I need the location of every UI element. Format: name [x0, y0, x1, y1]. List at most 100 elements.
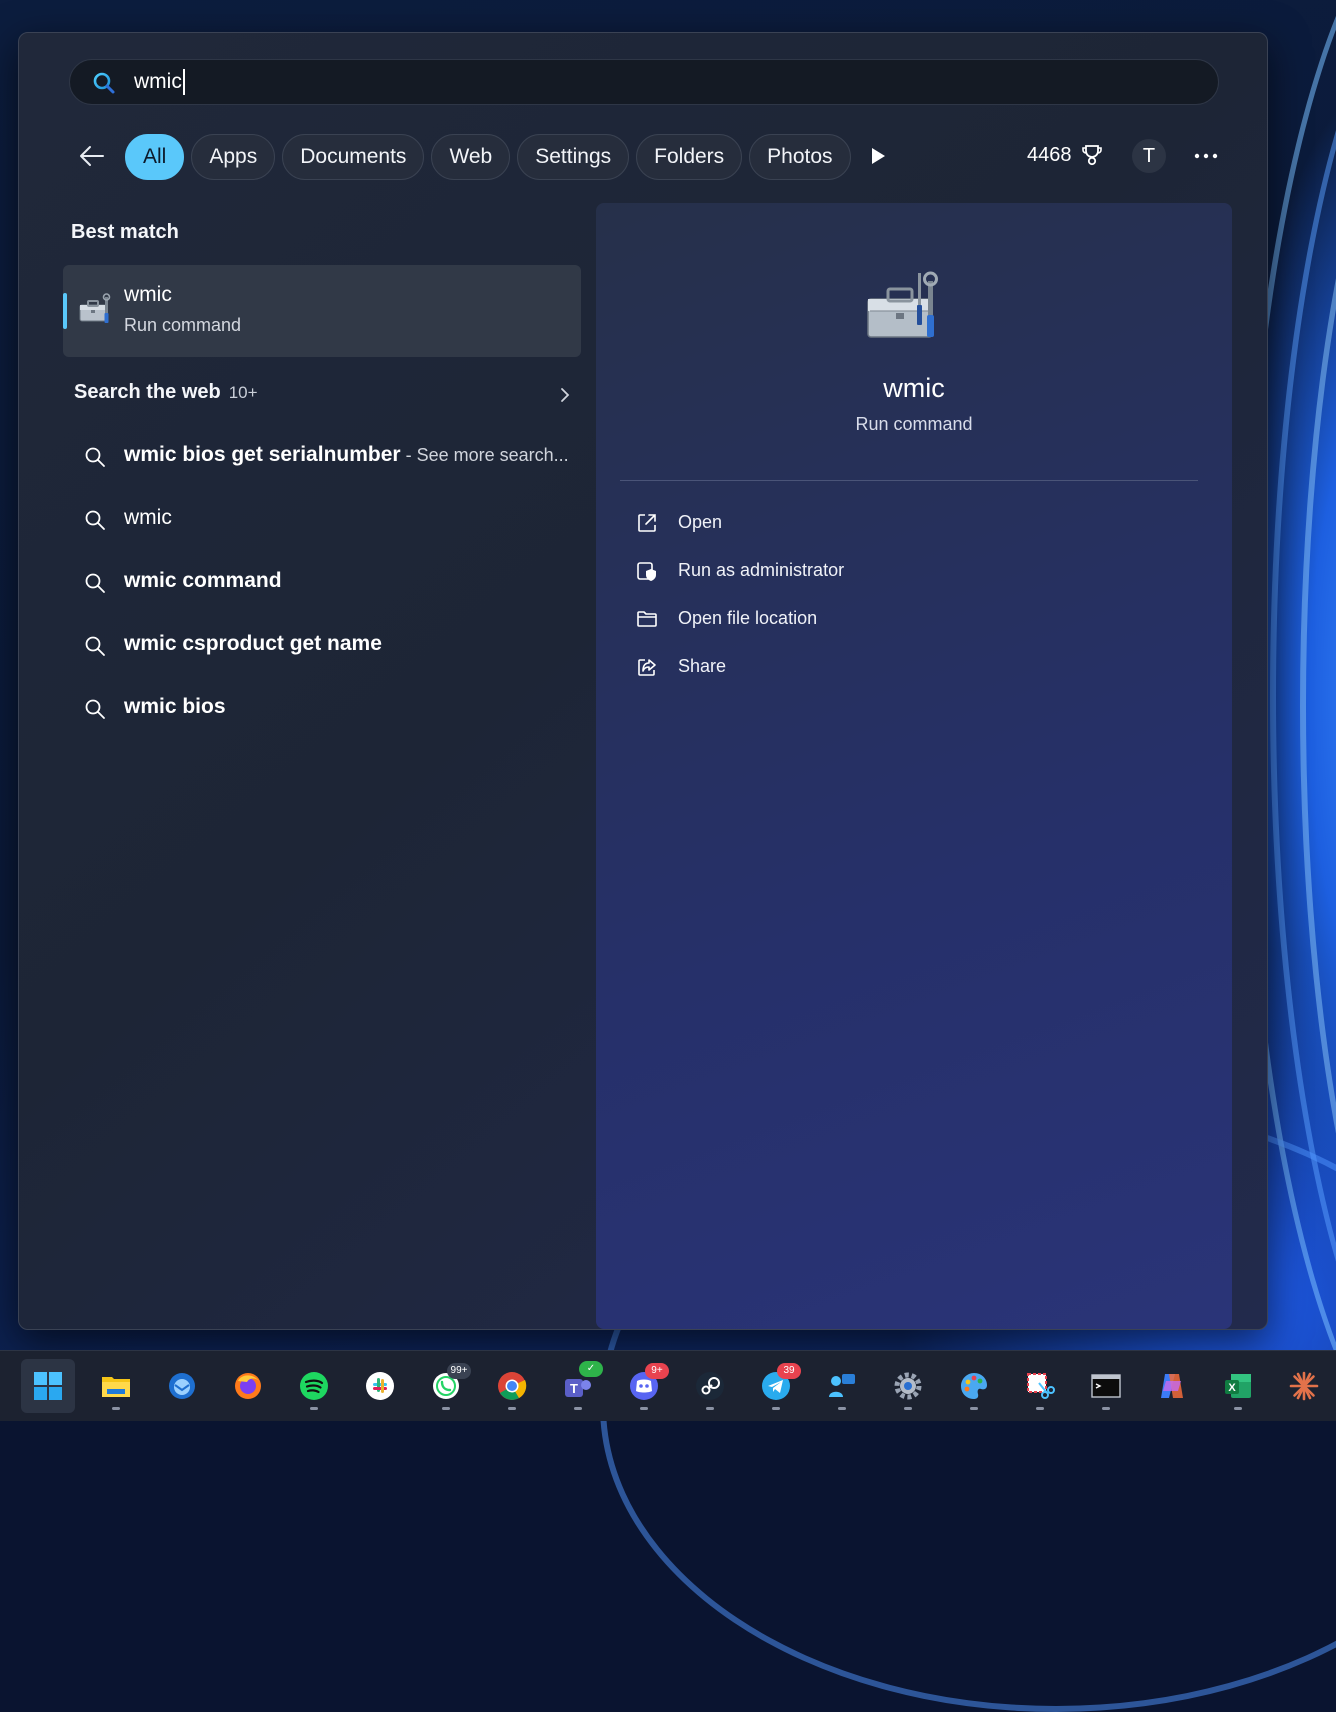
toolbox-icon: [79, 293, 111, 323]
search-window: wmic All Apps Documents Web Settings Fol…: [18, 32, 1268, 1330]
taskbar-whatsapp[interactable]: 99+: [419, 1359, 473, 1413]
best-match-heading: Best match: [71, 221, 179, 243]
slack-icon: [366, 1372, 394, 1400]
points-value: 4468: [1027, 143, 1072, 166]
action-label: Run as administrator: [678, 560, 845, 580]
taskbar-teams[interactable]: T ✓: [551, 1359, 605, 1413]
more-filters-play-icon[interactable]: [867, 145, 889, 167]
snipping-tool-icon: [1027, 1373, 1055, 1399]
filter-all[interactable]: All: [125, 134, 185, 180]
taskbar-command-prompt[interactable]: [1079, 1359, 1133, 1413]
best-match-item[interactable]: wmic Run command: [63, 265, 581, 357]
action-run-as-administrator[interactable]: Run as administrator: [636, 557, 1036, 587]
claude-starburst-icon: [1289, 1371, 1319, 1401]
toolbox-icon: [867, 271, 938, 338]
web-result-item[interactable]: wmic bios get serialnumber - See more se…: [74, 437, 574, 477]
running-indicator: [112, 1407, 120, 1410]
taskbar-snipping-tool[interactable]: [1013, 1359, 1067, 1413]
preview-title: wmic: [883, 373, 945, 403]
action-open-file-location[interactable]: Open file location: [636, 605, 1036, 635]
notification-badge: 39: [777, 1363, 801, 1379]
web-result-text: wmic bios: [124, 695, 226, 718]
action-share[interactable]: Share: [636, 653, 1036, 683]
open-external-icon: [638, 514, 656, 532]
taskbar-copilot[interactable]: [1145, 1359, 1199, 1413]
trophy-icon: [1081, 145, 1102, 166]
taskbar-discord[interactable]: 9+: [617, 1359, 671, 1413]
file-explorer-icon: [102, 1377, 130, 1397]
web-heading: Search the web: [74, 381, 221, 403]
filter-documents[interactable]: Documents: [282, 134, 425, 180]
search-input[interactable]: wmic: [134, 68, 185, 96]
search-icon: [85, 636, 105, 656]
gear-icon: [894, 1372, 922, 1400]
taskbar-spotify[interactable]: [287, 1359, 341, 1413]
taskbar-settings[interactable]: [881, 1359, 935, 1413]
quick-assist-icon: [829, 1374, 855, 1397]
firefox-icon: [235, 1373, 261, 1399]
running-indicator: [904, 1407, 912, 1410]
divider: [620, 480, 1198, 481]
terminal-icon: [1091, 1374, 1121, 1398]
web-result-text: wmic csproduct get name: [124, 632, 382, 655]
filter-photos[interactable]: Photos: [749, 134, 851, 180]
preview-pane: wmic Run command Open Run as administrat…: [596, 203, 1232, 1329]
notification-badge: 99+: [447, 1363, 471, 1379]
taskbar: 99+ T ✓ 9+ 39 X: [0, 1350, 1336, 1421]
taskbar-start-button[interactable]: [21, 1359, 75, 1413]
filter-settings[interactable]: Settings: [517, 134, 630, 180]
windows-logo-icon: [34, 1372, 62, 1400]
web-result-item[interactable]: wmic: [74, 500, 574, 540]
search-icon: [85, 447, 105, 467]
taskbar-chrome[interactable]: [485, 1359, 539, 1413]
copilot-icon: [1161, 1374, 1183, 1398]
taskbar-paint[interactable]: [947, 1359, 1001, 1413]
running-indicator: [970, 1407, 978, 1410]
web-result-text: wmic bios get serialnumber: [124, 443, 401, 466]
excel-icon: X: [1225, 1374, 1251, 1398]
running-indicator: [310, 1407, 318, 1410]
taskbar-excel[interactable]: X: [1211, 1359, 1265, 1413]
admin-shield-icon: [637, 562, 656, 581]
steam-icon: [696, 1372, 724, 1400]
taskbar-steam[interactable]: [683, 1359, 737, 1413]
more-options-icon[interactable]: [1191, 143, 1221, 169]
chrome-icon: [498, 1372, 527, 1400]
web-result-item[interactable]: wmic csproduct get name: [74, 626, 574, 666]
running-indicator: [838, 1407, 846, 1410]
spotify-icon: [300, 1372, 328, 1400]
filter-web[interactable]: Web: [431, 134, 511, 180]
preview-subtitle: Run command: [855, 414, 973, 434]
running-indicator: [772, 1407, 780, 1410]
folder-icon: [637, 611, 657, 627]
search-box[interactable]: wmic: [69, 59, 1219, 105]
taskbar-file-explorer[interactable]: [89, 1359, 143, 1413]
web-result-item[interactable]: wmic command: [74, 563, 574, 603]
taskbar-firefox[interactable]: [221, 1359, 275, 1413]
web-result-item[interactable]: wmic bios: [74, 689, 574, 729]
filter-folders[interactable]: Folders: [636, 134, 743, 180]
search-the-web-header[interactable]: Search the web 10+: [74, 381, 574, 411]
taskbar-claude[interactable]: [1277, 1359, 1331, 1413]
action-open[interactable]: Open: [636, 509, 1036, 539]
taskbar-slack[interactable]: [353, 1359, 407, 1413]
action-label: Open: [678, 512, 723, 532]
back-arrow-icon[interactable]: [77, 141, 107, 171]
running-indicator: [1102, 1407, 1110, 1410]
rewards-points[interactable]: 4468: [1027, 143, 1104, 167]
share-icon: [638, 659, 656, 676]
thunderbird-icon: [169, 1373, 195, 1399]
search-icon: [85, 699, 105, 719]
search-icon: [85, 573, 105, 593]
running-indicator: [1234, 1407, 1242, 1410]
filter-apps[interactable]: Apps: [191, 134, 276, 180]
running-indicator: [442, 1407, 450, 1410]
taskbar-quick-assist[interactable]: [815, 1359, 869, 1413]
web-result-hint: - See more search...: [400, 445, 569, 465]
taskbar-telegram[interactable]: 39: [749, 1359, 803, 1413]
best-match-title: wmic: [124, 283, 172, 306]
running-indicator: [640, 1407, 648, 1410]
taskbar-thunderbird[interactable]: [155, 1359, 209, 1413]
running-indicator: [706, 1407, 714, 1410]
avatar[interactable]: T: [1132, 139, 1166, 173]
